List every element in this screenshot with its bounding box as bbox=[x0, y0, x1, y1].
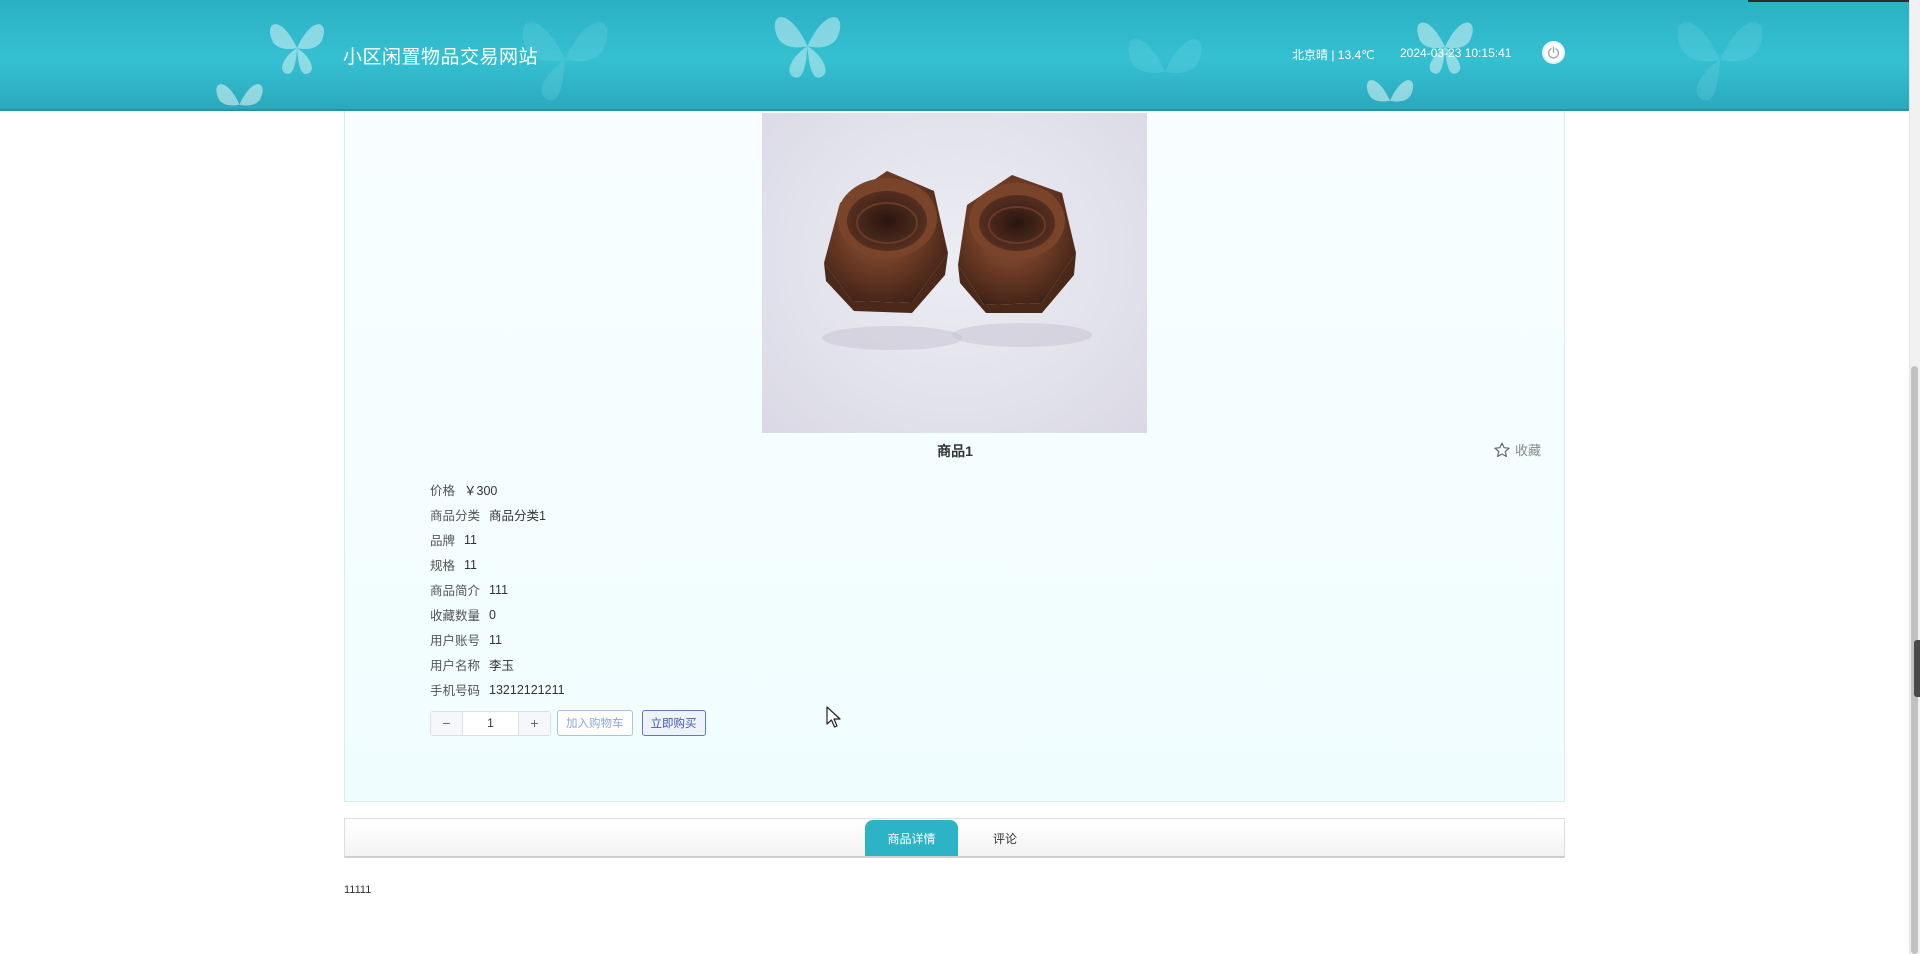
info-value: 11 bbox=[489, 632, 502, 647]
butterfly-decoration-icon bbox=[1677, 22, 1763, 101]
butterfly-decoration-icon bbox=[774, 17, 841, 78]
butterfly-decoration-icon bbox=[1366, 80, 1414, 102]
tab-product-details[interactable]: 商品详情 bbox=[865, 820, 958, 856]
butterfly-decoration-icon bbox=[270, 24, 324, 74]
product-detail-content: 11111 bbox=[344, 884, 372, 896]
product-image bbox=[762, 113, 1147, 433]
info-value: 111 bbox=[489, 582, 509, 597]
info-value: 0 bbox=[489, 607, 496, 622]
info-label: 价格 bbox=[430, 484, 456, 498]
quantity-stepper: − + bbox=[430, 710, 551, 736]
site-header: 小区闲置物品交易网站 北京晴 | 13.4℃ 2024-03-23 10:15:… bbox=[0, 0, 1909, 111]
info-value: 13212121211 bbox=[489, 682, 565, 697]
info-row-summary: 商品简介 111 bbox=[430, 577, 565, 602]
favorite-button[interactable]: 收藏 bbox=[1493, 440, 1541, 459]
info-value: 11 bbox=[464, 532, 477, 547]
detail-tabs: 商品详情 评论 bbox=[344, 818, 1565, 858]
weather-info: 北京晴 | 13.4℃ bbox=[1292, 48, 1375, 62]
info-label: 规格 bbox=[430, 559, 456, 573]
site-title: 小区闲置物品交易网站 bbox=[343, 47, 539, 68]
butterfly-decoration-icon bbox=[1128, 39, 1202, 73]
quantity-input[interactable] bbox=[462, 711, 519, 735]
info-value: 商品分类1 bbox=[489, 509, 546, 523]
product-info-list: 价格 ￥300 商品分类 商品分类1 品牌 11 规格 11 商品简介 111 … bbox=[430, 477, 565, 702]
purchase-actions: − + 加入购物车 立即购买 bbox=[430, 710, 706, 736]
product-photo-nuts bbox=[822, 171, 1092, 350]
info-value: 11 bbox=[464, 557, 477, 572]
quantity-decrease-button[interactable]: − bbox=[431, 711, 462, 735]
add-to-cart-button[interactable]: 加入购物车 bbox=[557, 710, 633, 736]
quantity-increase-button[interactable]: + bbox=[519, 711, 550, 735]
info-row-price: 价格 ￥300 bbox=[430, 477, 565, 502]
info-label: 用户账号 bbox=[430, 634, 481, 648]
favorite-label: 收藏 bbox=[1515, 443, 1542, 458]
butterfly-decoration-icon bbox=[216, 84, 263, 106]
info-label: 手机号码 bbox=[430, 684, 481, 698]
date-time: 2024-03-23 10:15:41 bbox=[1400, 46, 1512, 60]
star-outline-icon bbox=[1494, 442, 1510, 457]
info-label: 商品简介 bbox=[430, 584, 481, 598]
info-value: 李玉 bbox=[489, 659, 515, 673]
product-name: 商品1 bbox=[937, 443, 973, 459]
info-row-brand: 品牌 11 bbox=[430, 527, 565, 552]
info-row-category: 商品分类 商品分类1 bbox=[430, 502, 565, 527]
info-row-phone: 手机号码 13212121211 bbox=[430, 677, 565, 702]
info-label: 商品分类 bbox=[430, 509, 481, 523]
info-row-spec: 规格 11 bbox=[430, 552, 565, 577]
buy-now-button[interactable]: 立即购买 bbox=[641, 710, 706, 736]
tab-comments[interactable]: 评论 bbox=[955, 820, 1055, 856]
power-icon bbox=[1547, 46, 1560, 59]
info-value: ￥300 bbox=[464, 484, 498, 498]
logout-button[interactable] bbox=[1542, 41, 1565, 64]
info-row-user-name: 用户名称 李玉 bbox=[430, 652, 565, 677]
info-label: 收藏数量 bbox=[430, 609, 481, 623]
info-row-user-account: 用户账号 11 bbox=[430, 627, 565, 652]
info-label: 品牌 bbox=[430, 534, 456, 548]
mouse-cursor-icon bbox=[826, 706, 841, 728]
info-row-favorite-count: 收藏数量 0 bbox=[430, 602, 565, 627]
info-label: 用户名称 bbox=[430, 659, 481, 673]
window-edge bbox=[1748, 0, 1920, 2]
side-handle[interactable] bbox=[1914, 640, 1920, 697]
